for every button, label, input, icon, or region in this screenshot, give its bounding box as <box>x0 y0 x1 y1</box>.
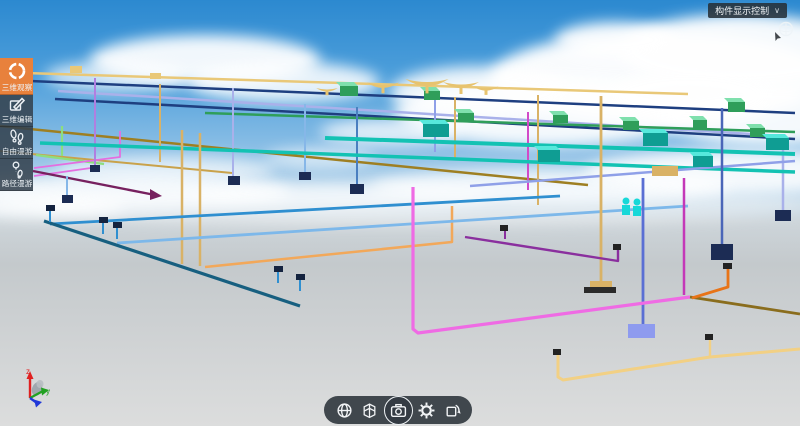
app-window: z y 三维观察 三维编辑 <box>0 0 800 426</box>
pin-footprint-icon <box>7 159 27 179</box>
sidebar-item-label: 自由漫游 <box>1 147 31 156</box>
sidebar-item-label: 路径漫游 <box>1 179 31 188</box>
left-tool-sidebar: 三维观察 三维编辑 自由漫游 <box>0 58 33 191</box>
settings-button[interactable] <box>414 398 438 422</box>
donut-icon <box>7 58 27 83</box>
reset-rotate-icon <box>444 402 461 419</box>
reset-view-button[interactable] <box>440 398 464 422</box>
component-display-control-label: 构件显示控制 <box>715 4 769 17</box>
sidebar-item-label: 三维观察 <box>1 83 31 92</box>
cube-edit-icon <box>7 95 27 115</box>
orbit-cursor-icon <box>770 20 796 49</box>
gear-icon <box>418 402 435 419</box>
sidebar-item-edit[interactable]: 三维编辑 <box>0 95 33 127</box>
camera-icon <box>390 402 407 419</box>
bottom-toolbar <box>324 396 472 424</box>
floors-button[interactable] <box>358 398 382 422</box>
viewpoint-button[interactable] <box>332 398 356 422</box>
floors-icon <box>361 402 378 419</box>
screenshot-button[interactable] <box>384 396 413 425</box>
sidebar-item-path-roam[interactable]: 路径漫游 <box>0 159 33 191</box>
sidebar-item-free-roam[interactable]: 自由漫游 <box>0 127 33 159</box>
footprints-icon <box>7 127 27 147</box>
globe-icon <box>336 402 353 419</box>
axis-z-label: z <box>26 367 30 376</box>
sidebar-item-observe[interactable]: 三维观察 <box>0 58 33 95</box>
viewport-3d[interactable]: z y <box>0 0 800 426</box>
chevron-down-icon: ∨ <box>774 7 780 15</box>
component-display-control-button[interactable]: 构件显示控制 ∨ <box>708 3 787 18</box>
sidebar-item-label: 三维编辑 <box>1 115 31 124</box>
gizmo-cube-top <box>37 380 44 388</box>
axis-y-label: y <box>46 387 50 396</box>
